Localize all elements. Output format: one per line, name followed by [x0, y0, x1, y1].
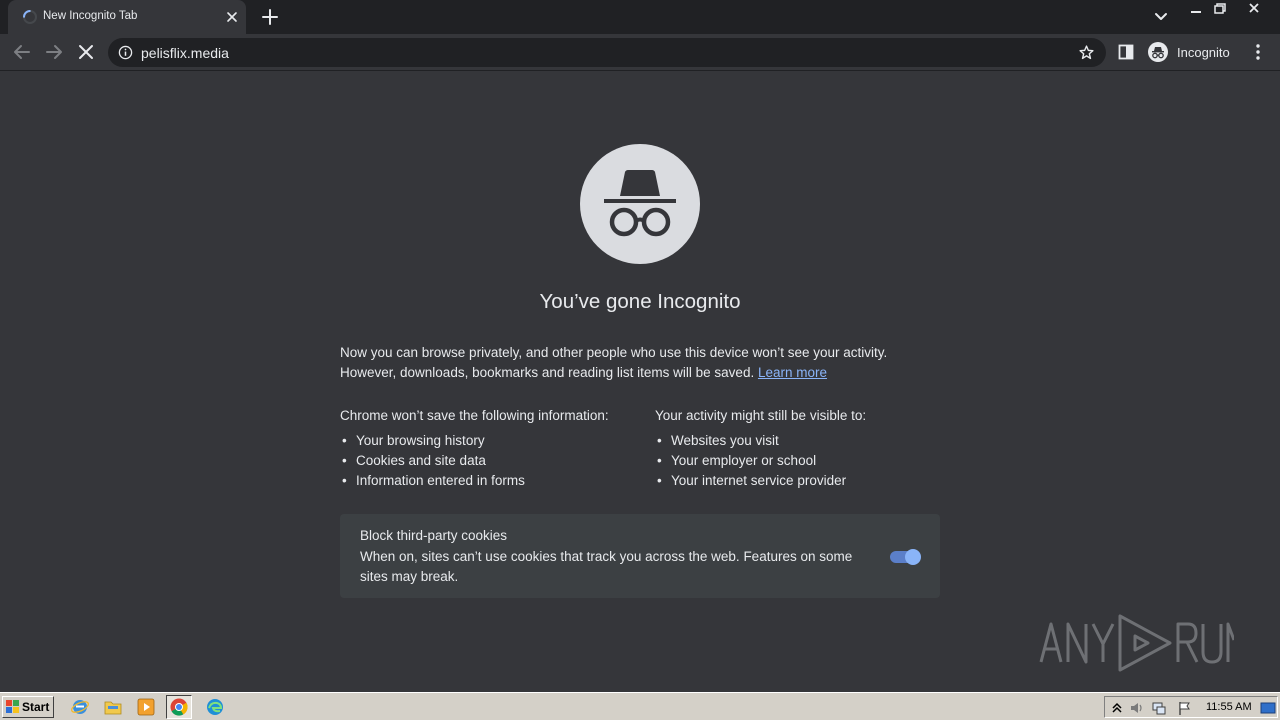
action-center-flag-icon[interactable]: [1177, 700, 1193, 716]
visible-to-title: Your activity might still be visible to:: [655, 408, 867, 423]
visible-to-list: Websites you visit Your employer or scho…: [655, 431, 955, 491]
incognito-large-icon: [580, 144, 700, 264]
cookies-title: Block third-party cookies: [360, 528, 508, 543]
chrome-icon: [170, 698, 188, 716]
forward-arrow-icon[interactable]: [42, 40, 66, 64]
start-label: Start: [22, 700, 50, 714]
more-menu-icon[interactable]: [1249, 42, 1267, 62]
media-player-icon[interactable]: [136, 697, 156, 717]
chrome-taskbar-button[interactable]: [166, 695, 192, 719]
site-info-icon[interactable]: [118, 45, 133, 60]
tab-strip: New Incognito Tab: [0, 0, 1280, 34]
not-saved-title: Chrome won’t save the following informat…: [340, 408, 609, 423]
tab-close-icon[interactable]: [223, 8, 241, 26]
incognito-label: Incognito: [1177, 45, 1230, 60]
incognito-icon: [1148, 42, 1168, 62]
windows-logo-icon: [6, 700, 19, 713]
tab-search-chevron-icon[interactable]: [1151, 8, 1171, 26]
show-desktop-icon[interactable]: [1260, 700, 1276, 716]
restore-icon[interactable]: [1208, 0, 1232, 18]
minimize-icon[interactable]: [1184, 0, 1208, 18]
list-item: Your browsing history: [340, 431, 640, 451]
network-icon[interactable]: [1151, 700, 1167, 716]
list-item: Websites you visit: [655, 431, 955, 451]
visible-to-section: Your activity might still be visible to:…: [655, 407, 955, 491]
taskbar: Start 11:55 AM: [0, 692, 1280, 720]
new-tab-button[interactable]: [259, 6, 281, 28]
tab-new-incognito[interactable]: New Incognito Tab: [8, 0, 246, 34]
edge-icon[interactable]: [205, 697, 225, 717]
block-cookies-toggle[interactable]: [889, 547, 921, 565]
side-panel-icon[interactable]: [1118, 44, 1134, 60]
not-saved-list: Your browsing history Cookies and site d…: [340, 431, 640, 491]
incognito-profile-button[interactable]: Incognito: [1145, 39, 1239, 65]
page-title: You’ve gone Incognito: [539, 290, 741, 313]
address-bar[interactable]: pelisflix.media: [108, 38, 1106, 67]
tab-title: New Incognito Tab: [43, 10, 138, 22]
list-item: Your employer or school: [655, 451, 955, 471]
cookies-description: When on, sites can’t use cookies that tr…: [360, 549, 853, 584]
toggle-knob: [905, 549, 921, 565]
volume-icon[interactable]: [1129, 700, 1145, 716]
show-hidden-icons-icon[interactable]: [1109, 700, 1125, 716]
back-arrow-icon[interactable]: [10, 40, 34, 64]
internet-explorer-icon[interactable]: [70, 697, 90, 717]
loading-spinner-icon: [23, 10, 37, 24]
list-item: Cookies and site data: [340, 451, 640, 471]
anyrun-watermark-logo: [1039, 614, 1234, 672]
window-close-icon[interactable]: [1242, 0, 1266, 18]
system-tray: 11:55 AM: [1104, 696, 1278, 718]
list-item: Information entered in forms: [340, 471, 640, 491]
bookmark-star-icon[interactable]: [1078, 44, 1095, 61]
screen: New Incognito Tab pelisflix.media Incogn…: [0, 0, 1280, 720]
intro-paragraph: Now you can browse privately, and other …: [340, 343, 940, 383]
url-text: pelisflix.media: [141, 45, 229, 61]
learn-more-link[interactable]: Learn more: [758, 365, 827, 380]
toolbar: pelisflix.media Incognito: [0, 34, 1280, 71]
clock: 11:55 AM: [1206, 701, 1252, 713]
stop-loading-icon[interactable]: [74, 40, 98, 64]
third-party-cookies-card: Block third-party cookies When on, sites…: [340, 514, 940, 598]
list-item: Your internet service provider: [655, 471, 955, 491]
incognito-page: You’ve gone Incognito Now you can browse…: [0, 72, 1280, 692]
not-saved-section: Chrome won’t save the following informat…: [340, 407, 640, 491]
start-button[interactable]: Start: [2, 696, 54, 718]
file-explorer-icon[interactable]: [103, 697, 123, 717]
